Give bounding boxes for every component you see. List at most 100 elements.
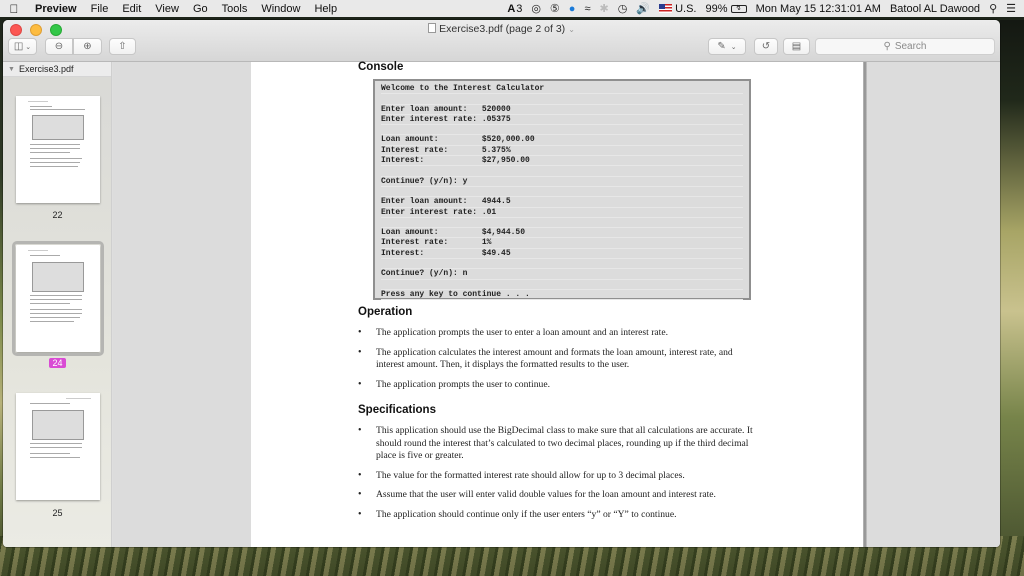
search-field[interactable]: ⚲ Search <box>815 38 995 55</box>
console-line <box>381 259 743 270</box>
volume-icon[interactable]: 🔊 <box>636 2 650 15</box>
bluetooth-icon[interactable]: ✱ <box>600 2 609 15</box>
console-line <box>381 125 743 136</box>
console-line: Loan amount: $520,000.00 <box>381 135 743 146</box>
zoom-in-icon: ⊕ <box>83 41 92 52</box>
console-line <box>381 218 743 229</box>
menu-edit[interactable]: Edit <box>115 3 148 15</box>
pen-icon: ✎ <box>717 41 726 52</box>
markup-toolbox-button[interactable]: ▤ <box>783 38 810 55</box>
thumbnail-page-label: 25 <box>52 508 63 518</box>
zoom-out-icon: ⊖ <box>54 41 64 52</box>
desktop-background <box>1000 20 1024 550</box>
menu-tools[interactable]: Tools <box>215 3 255 15</box>
console-line: Interest rate: 1% <box>381 238 743 249</box>
notification-center-icon[interactable]: ☰ <box>1006 2 1016 15</box>
disclosure-triangle-icon[interactable]: ▼ <box>8 66 15 73</box>
spotlight-search-icon[interactable]: ⚲ <box>989 2 997 15</box>
input-source-label: U.S. <box>675 2 697 15</box>
status-area: A 3 ◎ ⑤ ● ≈ ✱ ◷ 🔊 U.S. 99% ↯ Mon May 15 … <box>507 2 1024 16</box>
specifications-heading: Specifications <box>358 404 436 416</box>
console-line: Enter loan amount: 520000 <box>381 105 743 115</box>
menu-window[interactable]: Window <box>254 3 307 15</box>
console-line: Enter interest rate: .05375 <box>381 115 743 126</box>
thumbnail-page-label: 22 <box>52 210 63 220</box>
console-output-box: Welcome to the Interest Calculator Enter… <box>373 79 751 301</box>
console-line: Continue? (y/n): y <box>381 177 743 187</box>
apple-menu-icon[interactable]:  <box>0 2 28 16</box>
console-line <box>381 280 743 290</box>
adobe-status-item[interactable]: A 3 <box>507 3 522 15</box>
pdf-document-icon <box>428 23 437 33</box>
specifications-list: This application should use the BigDecim… <box>358 425 753 528</box>
clock[interactable]: Mon May 15 12:31:01 AM <box>756 3 881 15</box>
sidebar-file-name: Exercise3.pdf <box>18 64 74 74</box>
menu-go[interactable]: Go <box>186 3 215 15</box>
window-title[interactable]: Exercise3.pdf (page 2 of 3) ⌄ <box>3 23 1000 35</box>
pdf-page: Console Welcome to the Interest Calculat… <box>251 61 863 547</box>
page-edge-divider <box>863 62 867 547</box>
menu-view[interactable]: View <box>148 3 186 15</box>
console-line: Loan amount: $4,944.50 <box>381 228 743 239</box>
zoom-in-button[interactable]: ⊕ <box>73 38 102 55</box>
wifi-icon[interactable]: ≈ <box>584 3 590 15</box>
operation-list: The application prompts the user to ente… <box>358 327 753 398</box>
user-name[interactable]: Batool AL Dawood <box>890 3 980 15</box>
time-machine-icon[interactable]: ◷ <box>618 2 628 15</box>
thumbnail-page-label-selected: 24 <box>3 358 112 368</box>
rotate-icon: ↺ <box>761 41 771 52</box>
title-bar: Exercise3.pdf (page 2 of 3) ⌄ ◫ ⌄ ⊖ ⊕ ⇧ ✎ ⌄… <box>3 20 1000 62</box>
chevron-down-icon: ⌄ <box>25 43 32 51</box>
zoom-out-button[interactable]: ⊖ <box>45 38 73 55</box>
console-line: Press any key to continue . . . <box>381 290 743 301</box>
selected-page-badge: 24 <box>49 358 66 368</box>
sidebar-icon: ◫ <box>13 41 24 52</box>
menu-app-name[interactable]: Preview <box>28 3 84 15</box>
security-app-icon[interactable]: ● <box>569 3 576 15</box>
share-button[interactable]: ⇧ <box>109 38 136 55</box>
list-item: Assume that the user will enter valid do… <box>358 489 753 502</box>
list-item: The application should continue only if … <box>358 509 753 522</box>
console-line: Interest: $27,950.00 <box>381 156 743 167</box>
five-badge-icon[interactable]: ⑤ <box>550 2 560 15</box>
chevron-down-icon: ⌄ <box>730 43 737 51</box>
battery-charging-icon: ↯ <box>730 4 747 13</box>
battery-menu[interactable]: 99% ↯ <box>706 3 747 15</box>
battery-percent: 99% <box>705 2 728 15</box>
adobe-badge-count: 3 <box>516 2 523 15</box>
menu-bar:  Preview File Edit View Go Tools Window… <box>0 0 1024 17</box>
menu-file[interactable]: File <box>84 3 116 15</box>
page-thumbnail[interactable] <box>16 96 100 203</box>
sidebar-view-button[interactable]: ◫ ⌄ <box>8 38 37 55</box>
rotate-button[interactable]: ↺ <box>754 38 778 55</box>
console-line: Interest rate: 5.375% <box>381 146 743 157</box>
list-item: The value for the formatted interest rat… <box>358 470 753 483</box>
document-view[interactable]: Console Welcome to the Interest Calculat… <box>113 61 1000 547</box>
operation-heading: Operation <box>358 306 413 318</box>
list-item: The application prompts the user to cont… <box>358 379 753 392</box>
chevron-down-icon: ⌄ <box>568 25 575 34</box>
console-line <box>381 187 743 198</box>
adobe-icon: A <box>507 2 516 15</box>
creative-cloud-icon[interactable]: ◎ <box>531 2 541 15</box>
search-icon: ⚲ <box>883 41 891 52</box>
preview-window: Exercise3.pdf (page 2 of 3) ⌄ ◫ ⌄ ⊖ ⊕ ⇧ ✎ ⌄… <box>3 20 1000 547</box>
search-placeholder: Search <box>894 41 927 52</box>
console-line <box>381 94 743 105</box>
sidebar-file-header[interactable]: ▼ Exercise3.pdf <box>3 62 111 77</box>
input-source-menu[interactable]: U.S. <box>659 2 697 15</box>
page-thumbnail[interactable] <box>16 393 100 500</box>
toolbox-icon: ▤ <box>791 41 802 52</box>
list-item: The application prompts the user to ente… <box>358 327 753 340</box>
console-heading: Console <box>358 61 404 73</box>
markup-button[interactable]: ✎ ⌄ <box>708 38 746 55</box>
list-item: The application calculates the interest … <box>358 347 753 372</box>
list-item: This application should use the BigDecim… <box>358 425 753 463</box>
page-thumbnail-selected[interactable] <box>12 241 104 356</box>
console-line: Enter interest rate: .01 <box>381 208 743 218</box>
console-line <box>381 166 743 177</box>
menu-help[interactable]: Help <box>307 3 344 15</box>
window-title-text: Exercise3.pdf (page 2 of 3) <box>439 23 566 35</box>
thumbnail-sidebar: ▼ Exercise3.pdf 22 24 25 <box>3 62 112 547</box>
us-flag-icon <box>659 4 673 14</box>
